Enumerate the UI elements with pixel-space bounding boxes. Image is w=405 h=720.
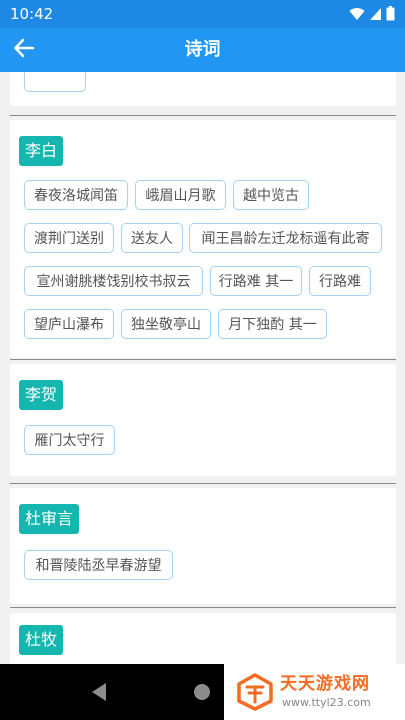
author-card-dumu: 杜牧 <box>10 613 396 664</box>
signal-icon <box>369 7 382 21</box>
battery-icon <box>386 6 395 21</box>
poem-chip[interactable]: 闻王昌龄左迁龙标遥有此寄 <box>189 223 382 253</box>
nav-home-button[interactable] <box>194 684 210 700</box>
card-divider <box>10 483 396 484</box>
watermark-logo-icon <box>236 673 274 715</box>
poem-list[interactable]: 李白 春夜洛城闻笛 峨眉山月歌 越中览古 渡荆门送别 送友人 闻王昌龄左迁龙标遥… <box>0 72 405 664</box>
poem-chip[interactable]: 望庐山瀑布 <box>24 309 114 339</box>
poem-chip[interactable]: 送友人 <box>121 223 183 253</box>
card-divider <box>10 359 396 360</box>
author-card-partial <box>10 72 396 106</box>
status-icons <box>349 6 395 21</box>
author-tag[interactable]: 李白 <box>19 136 64 166</box>
poem-chip[interactable]: 和晋陵陆丞早春游望 <box>24 550 173 580</box>
poem-chip[interactable]: 行路难 <box>309 266 371 296</box>
poem-chip[interactable]: 行路难 其一 <box>210 266 302 296</box>
poem-chip[interactable]: 越中览古 <box>233 180 309 210</box>
poem-chip[interactable]: 独坐敬亭山 <box>121 309 211 339</box>
author-card-dushenyan: 杜审言 和晋陵陆丞早春游望 <box>10 488 396 604</box>
poem-chip[interactable]: 渡荆门送别 <box>24 223 114 253</box>
poem-chip[interactable]: 峨眉山月歌 <box>135 180 226 210</box>
poem-chip[interactable]: 春夜洛城闻笛 <box>24 180 128 210</box>
poem-chip[interactable]: 月下独酌 其一 <box>218 309 327 339</box>
status-bar: 10:42 <box>0 0 405 28</box>
app-bar: 诗词 <box>0 28 405 72</box>
author-tag[interactable]: 李贺 <box>19 380 64 410</box>
status-time: 10:42 <box>10 5 54 23</box>
author-card-libai: 李白 春夜洛城闻笛 峨眉山月歌 越中览古 渡荆门送别 送友人 闻王昌龄左迁龙标遥… <box>10 120 396 358</box>
card-divider <box>10 607 396 608</box>
page-title: 诗词 <box>184 39 221 60</box>
wifi-icon <box>349 7 365 21</box>
author-tag[interactable]: 杜审言 <box>19 504 80 534</box>
watermark: 天天游戏网 www.ttyl23.com <box>224 664 405 720</box>
watermark-url: www.ttyl23.com <box>282 696 371 709</box>
card-divider <box>10 115 396 116</box>
author-tag[interactable]: 杜牧 <box>19 625 64 655</box>
poem-chip[interactable]: 雁门太守行 <box>24 425 115 455</box>
poem-chip[interactable]: 宣州谢朓楼饯别校书叔云 <box>24 266 203 296</box>
nav-back-button[interactable] <box>90 682 108 706</box>
watermark-name: 天天游戏网 <box>280 674 370 694</box>
author-card-lihe: 李贺 雁门太守行 <box>10 364 396 476</box>
poem-chip-partial[interactable] <box>24 72 86 92</box>
